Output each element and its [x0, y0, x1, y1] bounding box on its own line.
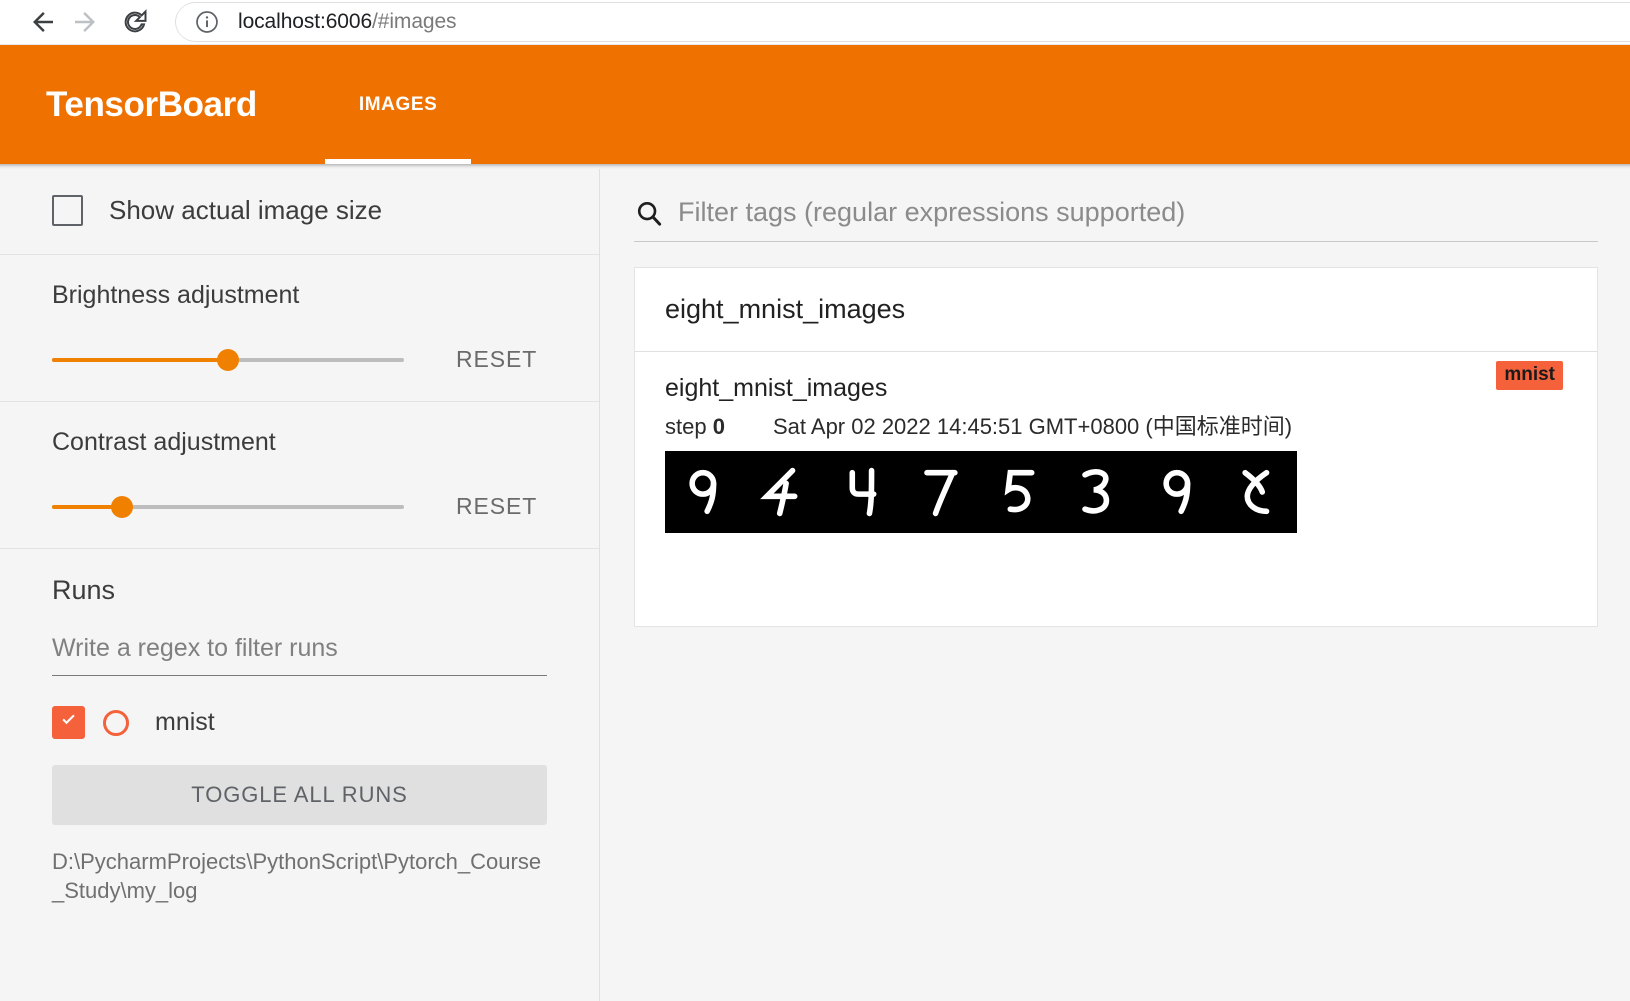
page-body: Show actual image size Brightness adjust… [0, 169, 1630, 1001]
brightness-label: Brightness adjustment [52, 281, 300, 309]
search-icon [634, 198, 664, 228]
run-color-swatch-mnist [103, 709, 129, 736]
contrast-label: Contrast adjustment [52, 428, 276, 456]
runs-title: Runs [52, 575, 116, 605]
show-actual-size-row[interactable]: Show actual image size [52, 195, 547, 226]
toggle-all-runs-button[interactable]: TOGGLE ALL RUNS [52, 765, 547, 825]
contrast-row: RESET [52, 493, 547, 520]
digit-cell [823, 451, 902, 533]
digit-cell [981, 451, 1060, 533]
image-card[interactable]: eight_mnist_images mnist step 0 Sat Apr … [635, 352, 1597, 533]
check-icon [58, 709, 80, 736]
toggle-all-runs-label: TOGGLE ALL RUNS [191, 782, 408, 807]
run-checkbox-mnist[interactable] [52, 706, 85, 739]
brightness-section: Brightness adjustment RESET [0, 255, 599, 402]
reload-button[interactable] [114, 1, 156, 43]
image-card-header: eight_mnist_images mnist [665, 361, 1567, 403]
app-title: TensorBoard [46, 84, 257, 124]
brightness-slider-thumb[interactable] [217, 348, 239, 371]
digit-cell [902, 451, 981, 533]
run-label-mnist: mnist [155, 708, 215, 736]
digit-cell [1060, 451, 1139, 533]
show-actual-size-label: Show actual image size [109, 195, 383, 225]
forward-button[interactable] [64, 1, 106, 43]
brightness-row: RESET [52, 346, 547, 373]
step-value: 0 [712, 414, 725, 439]
arrow-left-icon [28, 7, 58, 37]
digit-cell [1139, 451, 1218, 533]
info-circle-icon[interactable] [194, 9, 220, 35]
show-actual-size-checkbox[interactable] [52, 195, 83, 226]
runs-filter-input[interactable]: Write a regex to filter runs [52, 634, 547, 676]
logdir-path: D:\PycharmProjects\PythonScript\Pytorch_… [52, 849, 542, 904]
main-panel: Filter tags (regular expressions support… [600, 169, 1630, 1001]
wall-time: Sat Apr 02 2022 14:45:51 GMT+0800 (中国标准时… [772, 414, 1293, 439]
brightness-reset-button[interactable]: RESET [456, 346, 537, 373]
contrast-slider[interactable] [52, 495, 404, 518]
mnist-image-strip[interactable] [665, 451, 1297, 533]
digit-cell [744, 451, 823, 533]
back-button[interactable] [22, 1, 64, 43]
brightness-slider-fill [52, 357, 228, 362]
run-item-mnist[interactable]: mnist [52, 706, 547, 739]
url-path: /#images [372, 10, 457, 33]
address-bar[interactable]: localhost:6006/#images [176, 3, 1630, 41]
digit-cell [665, 451, 744, 533]
contrast-reset-button[interactable]: RESET [456, 493, 537, 520]
arrow-right-icon [70, 7, 100, 37]
sidebar: Show actual image size Brightness adjust… [0, 169, 600, 1001]
digit-cell [1218, 451, 1297, 533]
image-card-tag: eight_mnist_images [665, 374, 888, 402]
tab-images-label: IMAGES [358, 93, 438, 115]
url-host: localhost:6006 [238, 10, 373, 33]
step-indicator: step 0 [665, 414, 725, 440]
app-header: TensorBoard IMAGES [0, 45, 1630, 164]
show-actual-size-section: Show actual image size [0, 169, 599, 255]
brightness-slider[interactable] [52, 348, 404, 371]
reload-icon [121, 8, 149, 36]
contrast-section: Contrast adjustment RESET [0, 402, 599, 549]
tag-card-group: eight_mnist_images eight_mnist_images mn… [634, 267, 1598, 627]
step-label: step [665, 414, 707, 439]
contrast-slider-thumb[interactable] [111, 495, 134, 518]
image-card-meta: step 0 Sat Apr 02 2022 14:45:51 GMT+0800… [665, 409, 1567, 441]
runs-filter-placeholder: Write a regex to filter runs [52, 634, 338, 662]
tag-filter-placeholder: Filter tags (regular expressions support… [678, 197, 1186, 227]
tab-images[interactable]: IMAGES [324, 45, 472, 164]
nav-tabs: IMAGES [324, 45, 472, 164]
browser-toolbar: localhost:6006/#images [0, 0, 1630, 45]
run-badge: mnist [1496, 361, 1563, 390]
url-text: localhost:6006/#images [238, 10, 457, 34]
card-group-title: eight_mnist_images [635, 268, 1597, 352]
runs-section: Runs Write a regex to filter runs mnist … [0, 549, 599, 933]
tag-filter-input[interactable]: Filter tags (regular expressions support… [634, 197, 1598, 242]
